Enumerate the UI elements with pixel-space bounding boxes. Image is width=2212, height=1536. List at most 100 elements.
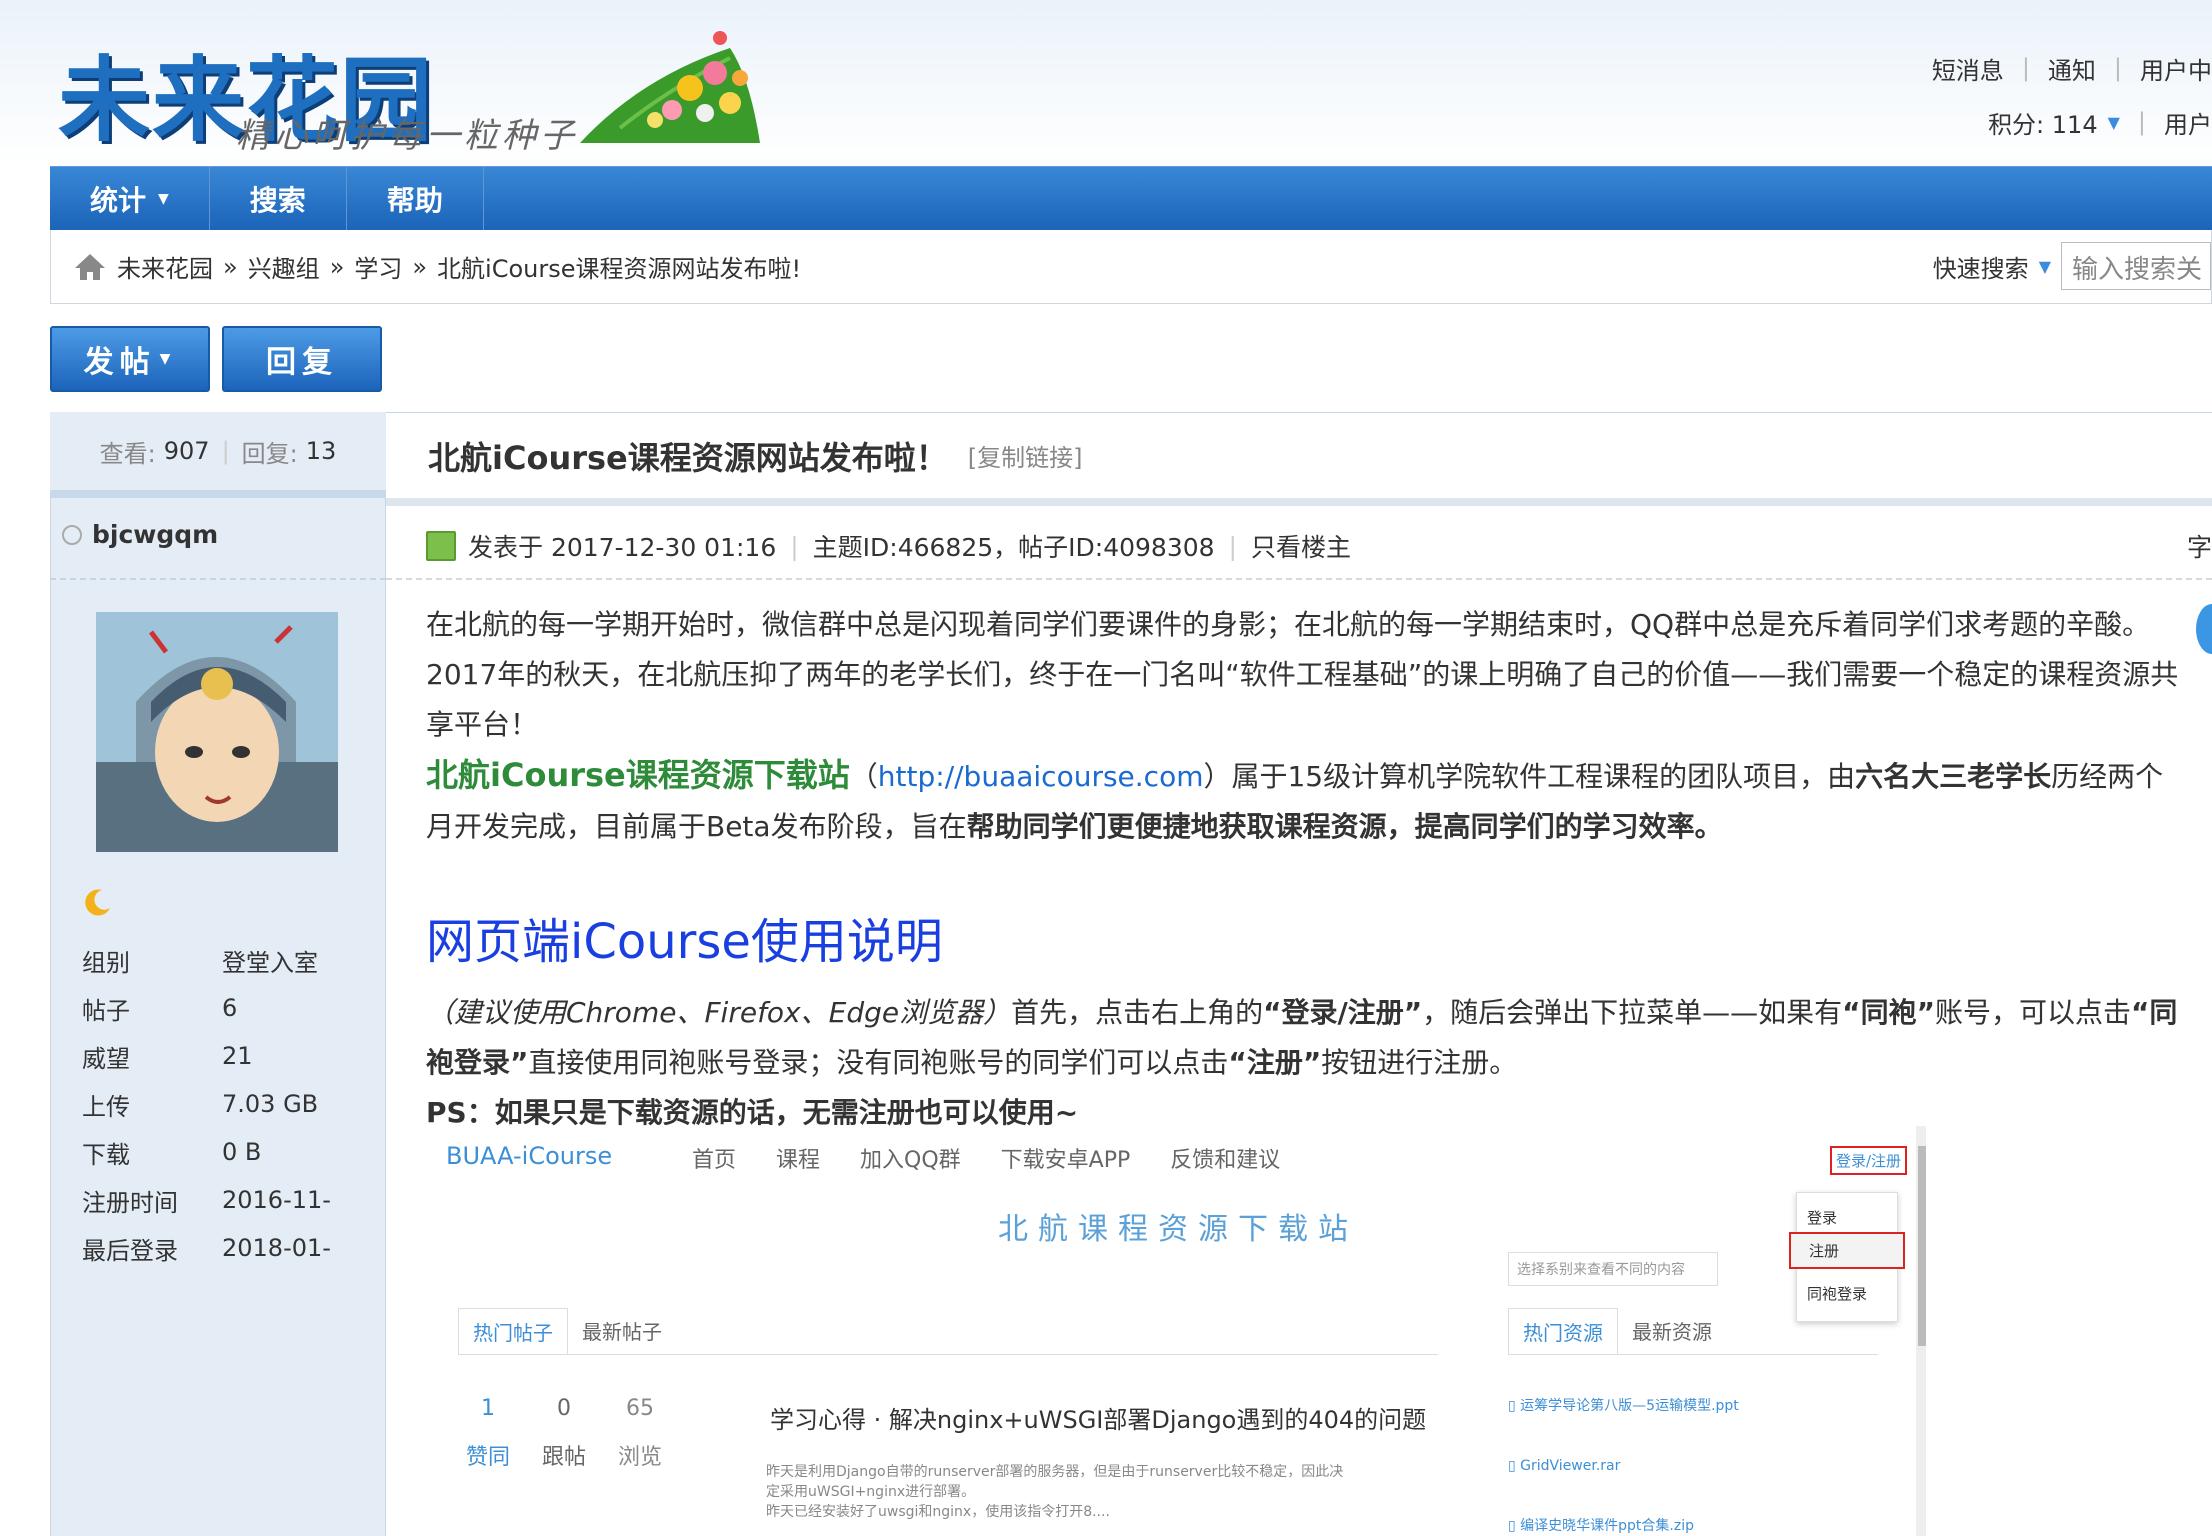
shot-dropdown-item: 同袍登录 [1807, 1285, 1868, 1303]
profile-label: 上传 [82, 1092, 130, 1121]
text: （ [849, 760, 878, 793]
user-link[interactable]: 用户 [2164, 105, 2212, 140]
shot-tab: 最新资源 [1632, 1320, 1712, 1344]
bold-text: “注册” [1228, 1046, 1322, 1079]
shot-tabs-left: 热门帖子 最新帖子 [458, 1308, 1438, 1355]
bold-text: 六名大三老学长 [1855, 760, 2052, 793]
breadcrumb-sep: » [223, 252, 238, 281]
shot-nav: 首页 课程 加入QQ群 下载安卓APP 反馈和建议 [692, 1142, 1280, 1174]
shot-file-name: 运筹学导论第八版—5运输模型.ppt [1520, 1398, 1739, 1414]
shot-stat-label: 浏览 [618, 1445, 663, 1470]
views-count: 907 [163, 437, 210, 465]
topic-title: 北航iCourse课程资源网站发布啦！ [428, 438, 948, 477]
search-input[interactable]: 输入搜索关 [2061, 242, 2211, 290]
profile-row: 最后登录 2018-01- [82, 1224, 331, 1272]
breadcrumb-current[interactable]: 北航iCourse课程资源网站发布啦! [437, 249, 801, 284]
divider: | [2021, 54, 2030, 82]
main-nav: 统计 ▼ 搜索 帮助 [50, 166, 2212, 231]
shot-tab: 最新帖子 [582, 1320, 662, 1344]
views-label: 查看: [99, 439, 156, 468]
profile-value[interactable]: 登堂入室 [222, 943, 318, 978]
shot-tab: 热门资源 [1508, 1308, 1618, 1354]
shot-nav-item: 反馈和建议 [1170, 1148, 1281, 1173]
nav-item-stats[interactable]: 统计 ▼ [50, 166, 210, 231]
text: ）属于15级计算机学院软件工程课程的团队项目，由 [1203, 760, 1856, 793]
shot-post-stats: 1 赞同 0 跟帖 65 浏览 [466, 1396, 662, 1471]
shot-excerpt-line: 昨天已经安装好了uwsgi和nginx，使用该指令打开8.... [766, 1504, 1110, 1520]
shot-tab: 热门帖子 [458, 1308, 568, 1354]
site-link[interactable]: http://buaaicourse.com [878, 760, 1204, 793]
shot-stat-num: 0 [557, 1396, 572, 1421]
site-name: 北航iCourse课程资源下载站 [426, 756, 850, 794]
shot-dropdown: 登录 注册 同袍登录 [1789, 1192, 1905, 1322]
shot-stat-label: 赞同 [466, 1445, 511, 1470]
nav-item-help[interactable]: 帮助 [347, 166, 484, 231]
bold-text: “同袍” [1842, 996, 1935, 1029]
new-post-button[interactable]: 发帖 ▼ [50, 326, 210, 392]
online-user-icon [426, 531, 456, 561]
breadcrumb-group[interactable]: 兴趣组 [248, 249, 320, 284]
shot-scrollbar-thumb [1918, 1146, 1926, 1346]
shot-file-name: GridViewer.rar [1520, 1458, 1621, 1474]
divider: | [2113, 54, 2122, 82]
home-icon[interactable] [73, 252, 107, 282]
font-size-toggle[interactable]: 字 [2187, 528, 2212, 564]
profile-row: 威望 21 [82, 1032, 331, 1080]
author-name-text: bjcwgqm [92, 520, 219, 549]
post-body: 在北航的每一学期开始时，微信群中总是闪现着同学们要课件的身影；在北航的每一学期结… [426, 600, 2186, 1138]
reply-button[interactable]: 回复 [222, 326, 382, 392]
breadcrumb-sep: » [329, 252, 345, 281]
scroll-top-button[interactable] [2196, 604, 2212, 654]
user-center-link[interactable]: 用户中 [2140, 51, 2212, 86]
text: 按钮进行注册。 [1321, 1046, 1518, 1079]
bold-text: 帮助同学们更便捷地获取课程资源，提高同学们的学习效率。 [966, 810, 1723, 843]
site-logo[interactable]: 未来花园 精心呵护每一粒种子 [58, 22, 578, 156]
points-link[interactable]: 积分: 114 [1988, 105, 2098, 140]
quick-search: 快速搜索 ▼ 输入搜索关 [1933, 242, 2211, 290]
shot-login: 登录/注册 [1830, 1146, 1908, 1175]
avatar[interactable] [96, 612, 338, 852]
profile-value: 0 B [222, 1138, 262, 1166]
post-paragraph: （建议使用Chrome、Firefox、Edge浏览器）首先，点击右上角的“登录… [426, 988, 2186, 1088]
shot-nav-item: 下载安卓APP [1000, 1148, 1131, 1173]
shot-stat: 65 浏览 [618, 1396, 662, 1471]
breadcrumb-home[interactable]: 未来花园 [117, 249, 213, 284]
shot-stat-num: 1 [481, 1396, 495, 1421]
copy-link-button[interactable]: [复制链接] [968, 438, 1083, 473]
nav-label: 搜索 [249, 183, 306, 217]
shot-stat-num: 65 [626, 1396, 655, 1421]
italic-text: （建议使用Chrome、Firefox、Edge浏览器） [426, 996, 1012, 1029]
profile-value[interactable]: 6 [222, 994, 237, 1022]
caret-down-icon: ▼ [158, 190, 169, 207]
shot-dropdown-item: 注册 [1789, 1232, 1905, 1269]
flower-logo-icon [580, 18, 780, 152]
messages-link[interactable]: 短消息 [1932, 51, 2004, 86]
author-profile: 组别 登堂入室 帖子 6 威望 21 上传 7.03 GB 下载 0 B 注册时间 2016… [82, 936, 331, 1272]
only-op-link[interactable]: 只看楼主 [1251, 528, 1351, 564]
nav-label: 帮助 [386, 183, 443, 217]
breadcrumb-section[interactable]: 学习 [354, 249, 402, 284]
profile-label: 组别 [82, 948, 130, 977]
notice-link[interactable]: 通知 [2048, 51, 2096, 86]
post-paragraph: 在北航的每一学期开始时，微信群中总是闪现着同学们要课件的身影；在北航的每一学期结… [426, 608, 2179, 741]
nav-label: 统计 [90, 183, 147, 217]
shot-dropdown-item: 登录 [1807, 1209, 1838, 1227]
profile-row: 下载 0 B [82, 1128, 331, 1176]
profile-row: 组别 登堂入室 [82, 936, 331, 984]
divider: | [221, 437, 230, 465]
replies-count: 13 [305, 437, 337, 465]
author-name[interactable]: bjcwgqm [62, 520, 218, 549]
caret-down-icon[interactable]: ▼ [2108, 113, 2120, 132]
caret-down-icon: ▼ [159, 351, 177, 367]
divider: | [2137, 108, 2146, 136]
breadcrumb: 未来花园 » 兴趣组 » 学习 » 北航iCourse课程资源网站发布啦! [51, 249, 801, 284]
profile-label: 威望 [82, 1044, 130, 1073]
quick-search-label[interactable]: 快速搜索 [1933, 249, 2029, 284]
profile-value: 2016-11- [222, 1186, 331, 1214]
shot-hero: 北航课程资源下载站 [998, 1212, 1358, 1247]
nav-item-search[interactable]: 搜索 [210, 166, 347, 231]
topic-header: 北航iCourse课程资源网站发布啦！ [复制链接] [386, 412, 2212, 506]
shot-stat-label: 跟帖 [542, 1445, 587, 1470]
caret-down-icon[interactable]: ▼ [2039, 257, 2051, 276]
text: ，随后会弹出下拉菜单——如果有 [1422, 996, 1843, 1029]
